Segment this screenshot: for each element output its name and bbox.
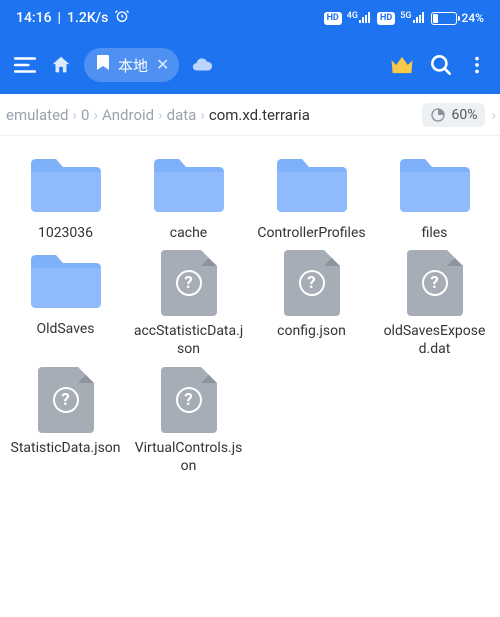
chevron-right-icon: › — [93, 106, 98, 124]
pie-icon — [430, 107, 446, 123]
folder-item[interactable]: OldSaves — [6, 250, 125, 358]
home-icon[interactable] — [50, 54, 72, 76]
chevron-right-icon: › — [158, 106, 163, 124]
crumb[interactable]: 0 — [79, 106, 91, 124]
alarm-icon — [114, 8, 130, 28]
folder-icon — [150, 154, 228, 218]
file-icon: ? — [407, 250, 463, 316]
crumb[interactable]: Android — [100, 106, 156, 124]
item-label: accStatisticData.json — [134, 322, 244, 358]
item-label: 1023036 — [38, 224, 93, 242]
folder-item[interactable]: 1023036 — [6, 154, 125, 242]
file-grid: 1023036 cache ControllerProfiles files O… — [0, 136, 500, 475]
chevron-right-icon: › — [200, 106, 205, 124]
folder-item[interactable]: cache — [129, 154, 248, 242]
item-label: oldSavesExposed.dat — [380, 322, 490, 358]
crumb-current[interactable]: com.xd.terraria — [207, 106, 312, 124]
item-label: StatisticData.json — [11, 439, 121, 457]
storage-indicator[interactable]: 60% — [422, 103, 485, 127]
item-label: config.json — [277, 322, 346, 340]
status-time: 14:16 — [16, 10, 52, 26]
folder-icon — [273, 154, 351, 218]
item-label: ControllerProfiles — [257, 224, 365, 242]
breadcrumb: emulated › 0 › Android › data › com.xd.t… — [0, 94, 500, 136]
status-bar: 14:16 | 1.2K/s HD 4G HD 5G 24% — [0, 0, 500, 36]
file-item[interactable]: ? StatisticData.json — [6, 367, 125, 475]
folder-icon — [396, 154, 474, 218]
net2-label: 5G — [400, 11, 425, 26]
close-icon[interactable]: ✕ — [156, 57, 169, 73]
file-item[interactable]: ? VirtualControls.json — [129, 367, 248, 475]
file-item[interactable]: ? oldSavesExposed.dat — [375, 250, 494, 358]
battery-pct: 24% — [462, 11, 484, 25]
chevron-right-icon: › — [73, 106, 78, 124]
net1-label: 4G — [347, 11, 372, 26]
more-icon[interactable] — [466, 54, 488, 76]
file-icon: ? — [284, 250, 340, 316]
folder-item[interactable]: ControllerProfiles — [252, 154, 371, 242]
crown-icon[interactable] — [388, 51, 416, 79]
folder-icon — [27, 250, 105, 314]
item-label: files — [422, 224, 448, 242]
file-item[interactable]: ? config.json — [252, 250, 371, 358]
tab-label: 本地 — [118, 55, 148, 76]
folder-icon — [27, 154, 105, 218]
file-icon: ? — [161, 250, 217, 316]
crumb[interactable]: emulated — [4, 106, 71, 124]
toolbar: 本地 ✕ — [0, 36, 500, 94]
hd-badge: HD — [324, 12, 342, 25]
folder-item[interactable]: files — [375, 154, 494, 242]
menu-icon[interactable] — [12, 52, 38, 78]
item-label: cache — [170, 224, 207, 242]
cloud-icon[interactable] — [191, 54, 213, 76]
crumb[interactable]: data — [165, 106, 199, 124]
file-icon: ? — [161, 367, 217, 433]
search-icon[interactable] — [428, 52, 454, 78]
bookmark-icon — [96, 55, 110, 75]
location-tab[interactable]: 本地 ✕ — [84, 48, 179, 82]
file-icon: ? — [38, 367, 94, 433]
battery-icon — [431, 12, 457, 25]
item-label: VirtualControls.json — [134, 439, 244, 475]
file-item[interactable]: ? accStatisticData.json — [129, 250, 248, 358]
hd-badge-2: HD — [377, 12, 395, 25]
status-net-speed: 1.2K/s — [67, 10, 108, 26]
chevron-right-icon: › — [491, 106, 496, 124]
item-label: OldSaves — [36, 320, 94, 338]
